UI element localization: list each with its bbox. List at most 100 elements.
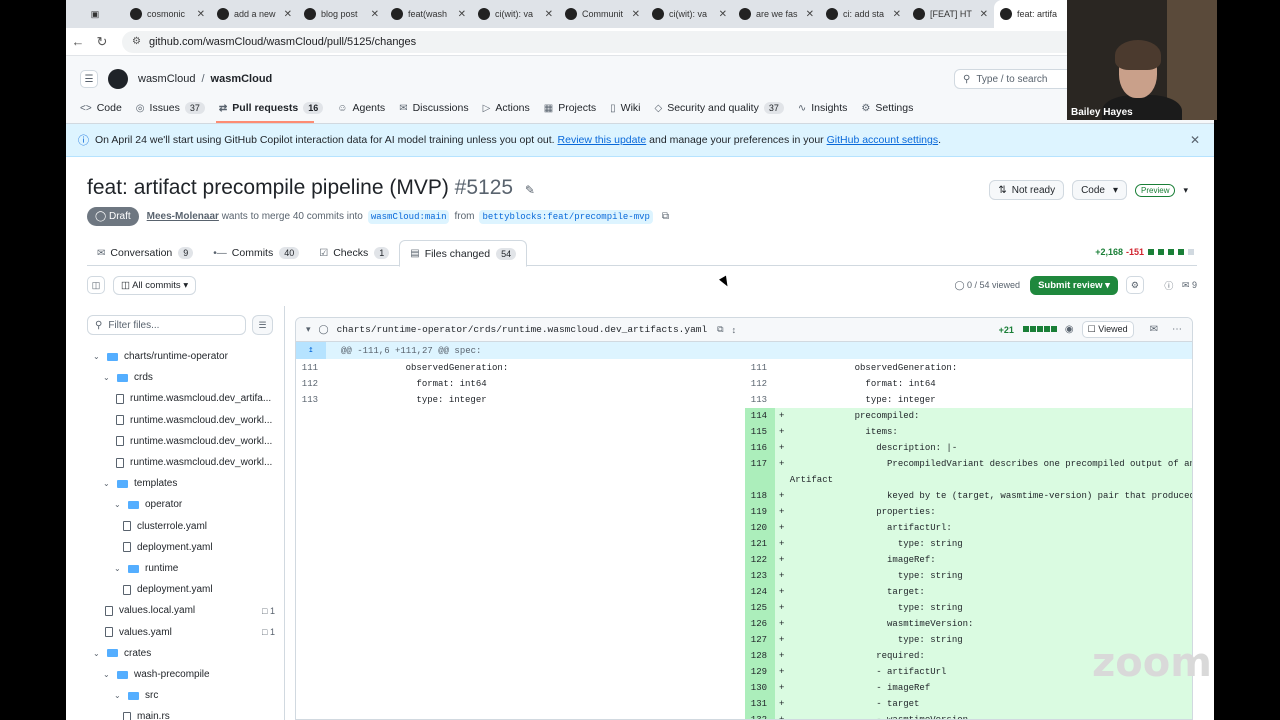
browser-tab[interactable]: are we fas ✕ [733,0,820,28]
info-icon[interactable]: ⓘ [1160,276,1178,294]
repo-nav-agents[interactable]: ☺ Agents [337,102,385,114]
copilot-review-icon[interactable]: ◉ [1065,324,1074,335]
search-input[interactable]: ⚲ Type / to search [954,69,1084,89]
kebab-menu-icon[interactable]: ⋯ [1172,324,1182,335]
right-line-number[interactable]: 120 [745,520,775,536]
close-icon[interactable]: ✕ [893,9,901,20]
author-link[interactable]: Mees-Molenaar [147,211,219,222]
tab-conversation[interactable]: ✉ Conversation 9 [87,240,203,266]
chevron-down-icon[interactable]: ⌄ [93,649,105,658]
browser-tab[interactable]: ci(wit): va ✕ [472,0,559,28]
tree-folder[interactable]: ⌄ wash-precompile [103,664,283,685]
tree-file[interactable]: values.yaml □ 1 [103,622,283,643]
close-icon[interactable]: ✕ [197,9,205,20]
filter-icon[interactable]: ☰ [252,315,273,335]
right-line-number[interactable] [745,472,775,488]
tree-file[interactable]: runtime.wasmcloud.dev_workl... [114,431,284,452]
chevron-down-icon[interactable]: ▾ [1183,185,1188,196]
repo-nav-security-and-quality[interactable]: ◇ Security and quality 37 [654,102,784,114]
right-line-number[interactable]: 119 [745,504,775,520]
right-line-number[interactable]: 124 [745,584,775,600]
github-logo-icon[interactable] [108,69,128,89]
browser-tab[interactable]: feat(wash ✕ [385,0,472,28]
right-line-number[interactable]: 116 [745,440,775,456]
repo-nav-insights[interactable]: ∿ Insights [798,102,848,114]
browser-tab[interactable]: blog post ✕ [298,0,385,28]
back-icon[interactable]: ← [66,34,90,49]
settings-gear-icon[interactable]: ⚙ [1125,276,1144,294]
close-icon[interactable]: ✕ [545,9,553,20]
tree-file[interactable]: main.rs□ 2 [121,706,284,720]
right-line-number[interactable]: 118 [745,488,775,504]
site-info-icon[interactable]: ⚙ [132,36,141,47]
browser-tab[interactable]: Communit ✕ [559,0,646,28]
chevron-down-icon[interactable]: ⌄ [114,691,126,700]
right-line-number[interactable]: 130 [745,680,775,696]
expand-icon[interactable]: ↕ [732,325,737,335]
expand-up-icon[interactable]: ↥ [296,342,326,359]
copy-icon[interactable]: ⧉ [662,211,669,222]
tree-folder[interactable]: ⌄ crds [103,367,283,388]
tree-file[interactable]: deployment.yaml [121,537,284,558]
tab-files-changed[interactable]: ▤ Files changed 54 [399,240,528,267]
right-line-number[interactable]: 114 [745,408,775,424]
breadcrumb-repo[interactable]: wasmCloud [211,73,273,85]
browser-tab[interactable]: [FEAT] HT ✕ [907,0,994,28]
browser-tab[interactable]: ci: add sta ✕ [820,0,907,28]
comment-icon[interactable]: ✉ [1150,324,1158,335]
repo-nav-actions[interactable]: ▷ Actions [483,102,530,114]
chevron-down-icon[interactable]: ⌄ [114,500,126,509]
reload-icon[interactable]: ↻ [90,34,114,50]
right-line-number[interactable]: 121 [745,536,775,552]
close-icon[interactable]: ✕ [458,9,466,20]
close-icon[interactable]: ✕ [980,9,988,20]
repo-nav-issues[interactable]: ◎ Issues 37 [136,102,205,114]
copy-icon[interactable]: ⧉ [717,324,723,335]
code-dropdown-button[interactable]: Code ▾ [1072,180,1128,200]
viewed-checkbox[interactable]: ☐ Viewed [1081,321,1134,338]
close-icon[interactable]: ✕ [632,9,640,20]
tab-commits[interactable]: •— Commits 40 [203,240,309,266]
repo-nav-wiki[interactable]: ▯ Wiki [610,102,640,114]
right-line-number[interactable]: 126 [745,616,775,632]
browser-tab[interactable]: cosmonic ✕ [124,0,211,28]
comments-toggle[interactable]: ✉ 9 [1182,276,1197,294]
tree-folder[interactable]: ⌄ src [114,685,284,706]
tree-file[interactable]: values.local.yaml □ 1 [103,600,283,621]
tree-folder[interactable]: ⌄ runtime [114,558,284,579]
right-line-number[interactable]: 128 [745,648,775,664]
repo-nav-pull-requests[interactable]: ⇄ Pull requests 16 [219,102,324,114]
close-icon[interactable]: ✕ [719,9,727,20]
repo-nav-discussions[interactable]: ✉ Discussions [399,102,468,114]
chevron-down-icon[interactable]: ⌄ [103,373,115,382]
browser-tab[interactable]: ci(wit): va ✕ [646,0,733,28]
repo-nav-settings[interactable]: ⚙ Settings [861,102,913,114]
breadcrumb-owner[interactable]: wasmCloud [138,73,195,85]
not-ready-button[interactable]: ⇅ Not ready [989,180,1065,200]
account-settings-link[interactable]: GitHub account settings [827,134,938,146]
repo-nav-projects[interactable]: ▦ Projects [544,102,596,114]
right-line-number[interactable]: 132 [745,712,775,719]
sidebar-icon[interactable]: ▣ [91,9,100,20]
tree-folder[interactable]: ⌄ crates [93,643,273,664]
tree-folder[interactable]: ⌄ operator [114,494,284,515]
close-icon[interactable]: ✕ [284,9,292,20]
right-line-number[interactable]: 131 [745,696,775,712]
toggle-file-tree-icon[interactable]: ◫ [87,276,105,294]
repo-nav-code[interactable]: <> Code [80,102,122,114]
base-branch[interactable]: wasmCloud:main [367,209,450,224]
chevron-down-icon[interactable]: ⌄ [114,564,126,573]
menu-icon[interactable]: ☰ [80,70,98,88]
commits-dropdown[interactable]: ◫ All commits ▾ [113,275,197,295]
chevron-down-icon[interactable]: ⌄ [103,479,115,488]
right-line-number[interactable]: 117 [745,456,775,472]
close-icon[interactable]: ✕ [1190,133,1200,147]
chevron-down-icon[interactable]: ▾ [306,324,311,335]
filter-files-input[interactable]: ⚲ Filter files... [87,315,246,335]
right-line-number[interactable]: 129 [745,664,775,680]
chevron-down-icon[interactable]: ⌄ [103,670,115,679]
right-line-number[interactable]: 123 [745,568,775,584]
tree-folder[interactable]: ⌄ templates [103,473,283,494]
head-branch[interactable]: bettyblocks:feat/precompile-mvp [479,209,653,224]
browser-tab[interactable]: add a new ✕ [211,0,298,28]
